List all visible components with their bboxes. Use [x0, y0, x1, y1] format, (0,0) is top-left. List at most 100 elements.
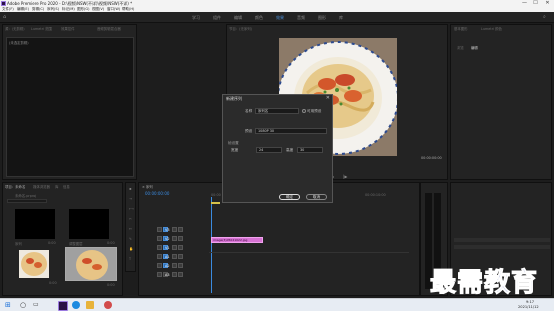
track-target-toggle[interactable]	[157, 254, 162, 259]
selection-tool-icon[interactable]: ➤	[129, 187, 132, 191]
app-logo-icon	[1, 1, 6, 6]
project-item-label: 调整图层	[69, 242, 83, 246]
cancel-button[interactable]: 取消	[306, 194, 327, 200]
track-eye-toggle[interactable]	[178, 236, 183, 241]
track-label: A3	[165, 273, 170, 277]
track-eye-toggle[interactable]	[178, 227, 183, 232]
timeline-timecode: 00:00:00:00	[145, 191, 170, 196]
minimize-button[interactable]: —	[520, 0, 529, 7]
app-taskbar-icon[interactable]	[104, 301, 112, 309]
project-item-sequence[interactable]	[15, 209, 55, 239]
track-mute-toggle[interactable]	[172, 254, 177, 259]
track-mute-toggle[interactable]	[172, 272, 177, 277]
tab-edit[interactable]: 编辑	[471, 45, 478, 50]
tab-libraries[interactable]: 库	[55, 184, 58, 189]
search-icon[interactable]: ○	[20, 301, 26, 309]
track-solo-toggle[interactable]	[178, 272, 183, 277]
edge-taskbar-icon[interactable]	[72, 301, 80, 309]
track-label: V1	[165, 246, 170, 250]
workspace-tab-audio[interactable]: 音频	[297, 15, 305, 21]
track-select-tool-icon[interactable]: ⇥	[129, 197, 132, 201]
workspace-tab-editing[interactable]: 编辑	[234, 15, 242, 21]
workspace-tab-graphics[interactable]: 图形	[318, 15, 326, 21]
task-view-icon[interactable]: ▭	[33, 301, 39, 309]
workspace-tab-color[interactable]: 颜色	[255, 15, 263, 21]
project-item-adjustment[interactable]	[69, 209, 109, 239]
taskbar: ⊞ ○ ▭ 9:17 2021/11/12	[0, 298, 554, 311]
track-lock-toggle[interactable]	[172, 227, 177, 232]
track-lock-toggle[interactable]	[172, 236, 177, 241]
close-button[interactable]: ✕	[543, 0, 552, 7]
workspace-tab-effects[interactable]: 效果	[276, 15, 284, 21]
type-tool-icon[interactable]: T	[129, 257, 131, 261]
workspace-tab-assembly[interactable]: 组件	[213, 15, 221, 21]
dialog-close-icon[interactable]: ✕	[326, 95, 330, 101]
ok-button[interactable]: 确定	[279, 194, 300, 200]
hand-tool-icon[interactable]: ✋	[129, 247, 133, 251]
track-header-v1: V1	[139, 243, 209, 252]
tab-project[interactable]: 项目：未命名	[5, 184, 25, 189]
width-input[interactable]: 24	[256, 147, 282, 153]
workspace-tab-libraries[interactable]: 库	[339, 15, 343, 21]
program-timecode-right: 00:00:00:00	[421, 156, 442, 160]
name-input[interactable]: 序列名	[255, 108, 299, 114]
project-item-duration: 0:00	[107, 241, 115, 245]
tab-sequence[interactable]: × 序列	[142, 184, 153, 189]
new-sequence-dialog: 新建序列 ✕ 名称 序列名 可用预设 预设 1080P 30 帧设置 宽度 24…	[222, 94, 333, 203]
track-header-a1: A1	[139, 252, 209, 261]
track-target-toggle[interactable]	[157, 272, 162, 277]
tab-media-browser[interactable]: 媒体浏览器	[33, 184, 50, 189]
project-search-input[interactable]	[7, 199, 47, 203]
track-target-toggle[interactable]	[157, 227, 162, 232]
tab-lumetri-scopes[interactable]: Lumetri 范围	[31, 26, 52, 31]
track-lock-toggle[interactable]	[172, 245, 177, 250]
tab-info[interactable]: 信息	[63, 184, 70, 189]
track-target-toggle[interactable]	[157, 263, 162, 268]
width-label: 宽度	[231, 148, 239, 152]
tab-program[interactable]: 节目：(无序列)	[229, 26, 252, 31]
tab-browse[interactable]: 浏览	[457, 45, 464, 50]
maximize-button[interactable]: ☐	[531, 0, 540, 7]
ruler-tick: 00:00:10:00	[365, 193, 386, 197]
work-area-bar[interactable]	[211, 202, 220, 204]
track-target-toggle[interactable]	[157, 245, 162, 250]
track-eye-toggle[interactable]	[178, 245, 183, 250]
height-input[interactable]: 30	[297, 147, 323, 153]
home-icon[interactable]: ⌂	[3, 14, 6, 20]
windows-start-icon[interactable]: ⊞	[5, 302, 11, 309]
track-solo-toggle[interactable]	[178, 254, 183, 259]
preset-checkbox[interactable]	[302, 109, 306, 113]
razor-tool-icon[interactable]: ✂	[129, 217, 132, 221]
slip-tool-icon[interactable]: ↔	[129, 227, 132, 231]
folder-taskbar-icon[interactable]	[86, 301, 94, 309]
tab-source[interactable]: 源：(无剪辑)	[5, 26, 25, 31]
track-solo-toggle[interactable]	[178, 263, 183, 268]
essential-graphics-panel: 基本图形 Lumetri 颜色 浏览 编辑	[450, 24, 552, 180]
project-item-seq[interactable]	[65, 247, 117, 281]
project-item-duration: 0:00	[107, 283, 115, 287]
tab-essential-graphics[interactable]: 基本图形	[454, 26, 468, 31]
height-label: 高度	[286, 148, 294, 152]
timeline-clip[interactable]: image(3)05021022.jpg	[211, 237, 263, 243]
step-forward-button[interactable]: |▶	[343, 174, 347, 179]
clip-name: image(3)05021022.jpg	[213, 238, 248, 242]
name-label: 名称	[245, 109, 253, 113]
tab-audio-mixer[interactable]: 音频剪辑混合器	[97, 26, 121, 31]
search-icon[interactable]: ⌕	[543, 14, 546, 20]
track-target-toggle[interactable]	[157, 236, 162, 241]
tab-effect-controls[interactable]: 效果控件	[61, 26, 75, 31]
clock-date: 2021/11/12	[518, 305, 539, 309]
tab-lumetri-color[interactable]: Lumetri 颜色	[481, 26, 502, 31]
ripple-edit-tool-icon[interactable]: ⟷	[129, 207, 134, 211]
track-mute-toggle[interactable]	[172, 263, 177, 268]
premiere-taskbar-icon[interactable]	[58, 301, 68, 311]
project-item-duration: 0:00	[49, 281, 57, 285]
properties-row	[454, 238, 550, 242]
preset-select[interactable]: 1080P 30	[255, 128, 327, 134]
project-item-dish[interactable]	[19, 250, 49, 278]
pen-tool-icon[interactable]: ✎	[129, 237, 132, 241]
playhead[interactable]	[211, 197, 212, 293]
watermark: 最需教育	[429, 262, 550, 299]
source-panel: 源：(无剪辑) Lumetri 范围 效果控件 音频剪辑混合器 (未选定剪辑)	[2, 24, 137, 180]
workspace-tab-learn[interactable]: 学习	[192, 15, 200, 21]
